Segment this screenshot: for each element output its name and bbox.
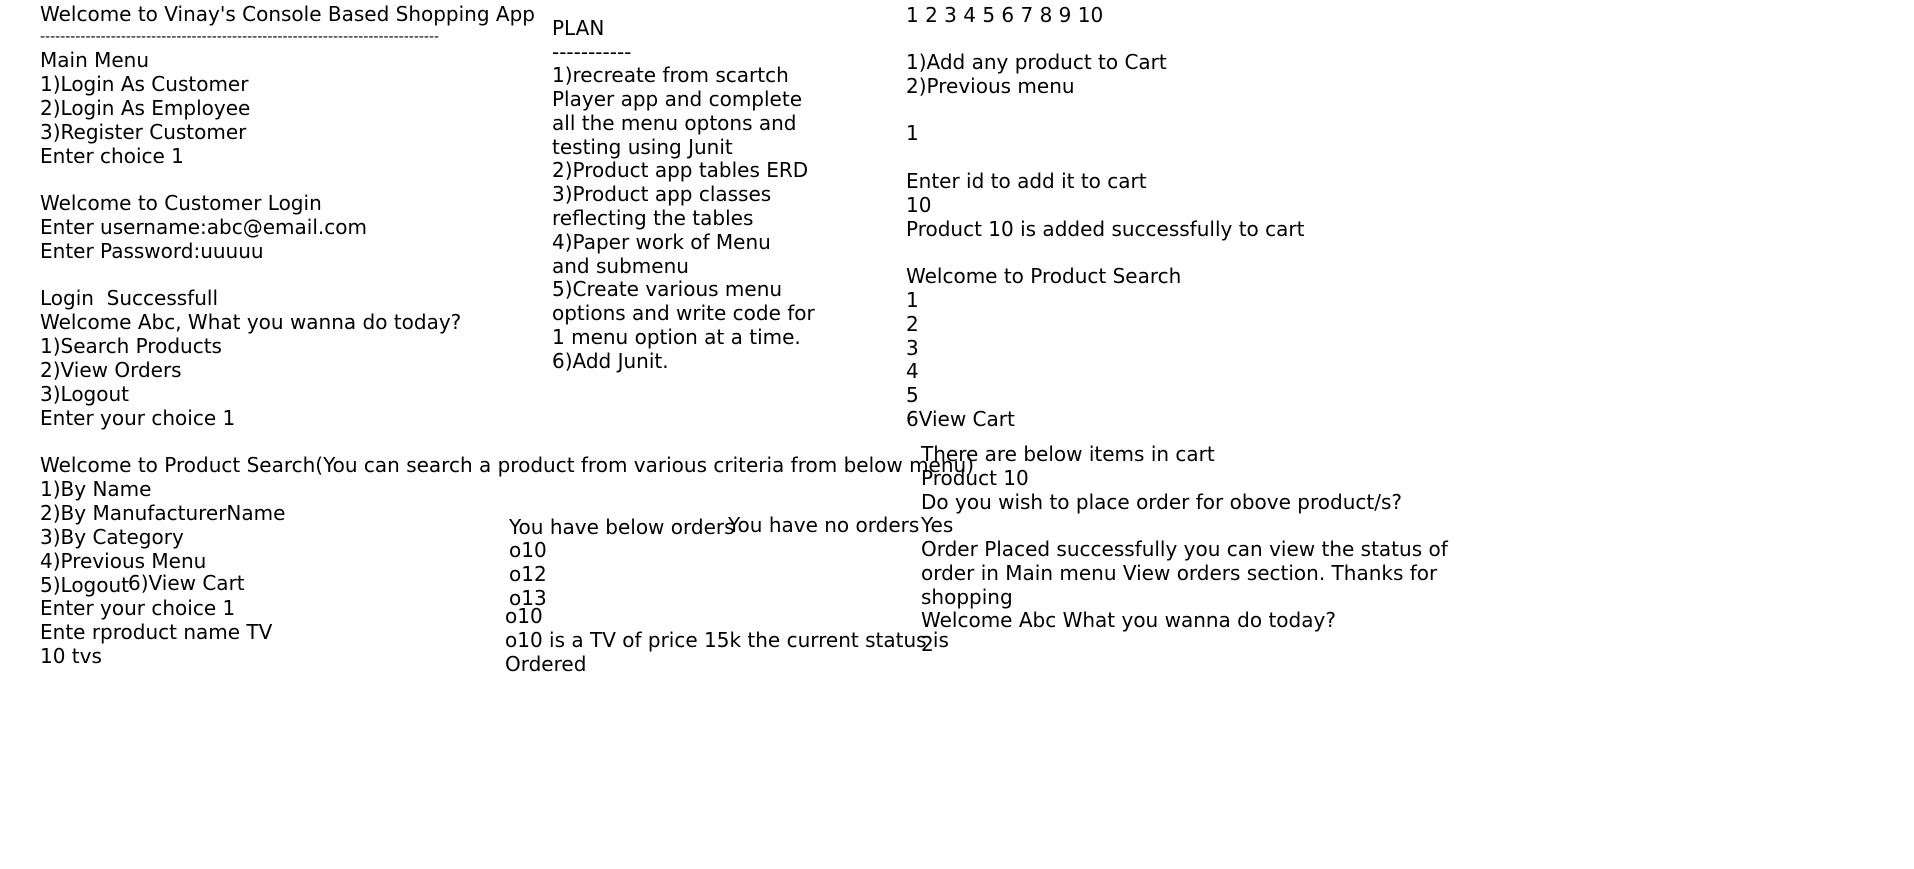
search-menu-line: 5 — [906, 383, 919, 407]
cart-line: Product 10 — [921, 466, 1029, 490]
add-cart-line: Product 10 is added successfully to cart — [906, 217, 1305, 241]
main-menu-line: Enter choice 1 — [40, 144, 184, 168]
cart-menu-line: 1)Add any product to Cart — [906, 50, 1167, 74]
customer-menu-line: 1)Search Products — [40, 334, 222, 358]
cart-line: Order Placed successfully you can view t… — [921, 537, 1448, 561]
search-menu-line: 3 — [906, 336, 919, 360]
search-menu-line: 4 — [906, 359, 919, 383]
login-line: Enter username:abc@email.com — [40, 215, 367, 239]
cart-choice: 1 — [906, 121, 919, 145]
cart-line: Yes — [921, 513, 954, 537]
plan-line: 6)Add Junit. — [552, 349, 669, 373]
order-selected: o10 — [505, 604, 543, 628]
plan-line: 3)Product app classes — [552, 182, 772, 206]
customer-menu-line: 3)Logout — [40, 382, 130, 406]
cart-line: There are below items in cart — [921, 442, 1215, 466]
search-menu-line: 1 — [906, 288, 919, 312]
search-line: 1)By Name — [40, 477, 152, 501]
plan-line: and submenu — [552, 254, 689, 278]
search-line: 3)By Category — [40, 525, 184, 549]
plan-line: testing using Junit — [552, 135, 733, 159]
plan-line: 5)Create various menu — [552, 277, 783, 301]
plan-line: Player app and complete — [552, 87, 802, 111]
search-line: 4)Previous Menu — [40, 549, 207, 573]
customer-menu-line: Welcome Abc, What you wanna do today? — [40, 310, 462, 334]
app-title: Welcome to Vinay's Console Based Shoppin… — [40, 2, 535, 26]
login-line: Enter Password:uuuuu — [40, 239, 264, 263]
cart-menu-line: 2)Previous menu — [906, 74, 1075, 98]
plan-line: options and write code for — [552, 301, 815, 325]
search-line: 5)Logout — [40, 573, 130, 597]
add-cart-line: 10 — [906, 193, 932, 217]
plan-divider: ----------- — [552, 40, 632, 64]
search-menu-line: 2 — [906, 312, 919, 336]
plan-line: 1)recreate from scartch — [552, 63, 789, 87]
search-line: 2)By ManufacturerName — [40, 501, 286, 525]
customer-menu-line: Login Successfull — [40, 286, 219, 310]
cart-line: 2 — [921, 632, 934, 656]
customer-menu-line: Enter your choice 1 — [40, 406, 236, 430]
search-line: Ente rproduct name TV — [40, 620, 273, 644]
main-menu-line: 2)Login As Employee — [40, 96, 251, 120]
order-detail: Ordered — [505, 652, 587, 676]
plan-line: 2)Product app tables ERD — [552, 158, 809, 182]
search-line: Enter your choice 1 — [40, 596, 236, 620]
no-orders-text: You have no orders — [728, 513, 920, 537]
orders-header: You have below orders — [509, 515, 735, 539]
search-line: Welcome to Product Search(You can search… — [40, 453, 975, 477]
plan-line: reflecting the tables — [552, 206, 754, 230]
customer-menu-line: 2)View Orders — [40, 358, 182, 382]
login-line: Welcome to Customer Login — [40, 191, 322, 215]
cart-line: Do you wish to place order for obove pro… — [921, 490, 1402, 514]
title-divider: ----------------------------------------… — [40, 29, 440, 45]
order-detail: o10 is a TV of price 15k the current sta… — [505, 628, 949, 652]
plan-line: 1 menu option at a time. — [552, 325, 801, 349]
cart-line: Welcome Abc What you wanna do today? — [921, 608, 1336, 632]
search-line: 10 tvs — [40, 644, 102, 668]
order-item: o10 — [509, 538, 547, 562]
plan-line: all the menu optons and — [552, 111, 797, 135]
order-item: o12 — [509, 562, 547, 586]
main-menu-line: Main Menu — [40, 48, 150, 72]
add-cart-line: Enter id to add it to cart — [906, 169, 1147, 193]
main-menu-line: 1)Login As Customer — [40, 72, 249, 96]
cart-line: shopping — [921, 585, 1013, 609]
search-menu-line: Welcome to Product Search — [906, 264, 1182, 288]
plan-heading: PLAN — [552, 16, 605, 40]
search-menu-line: 6View Cart — [906, 407, 1015, 431]
main-menu-line: 3)Register Customer — [40, 120, 247, 144]
cart-line: order in Main menu View orders section. … — [921, 561, 1438, 585]
product-numbers: 1 2 3 4 5 6 7 8 9 10 — [906, 3, 1104, 27]
view-cart-inline: 6)View Cart — [128, 571, 245, 595]
plan-line: 4)Paper work of Menu — [552, 230, 771, 254]
